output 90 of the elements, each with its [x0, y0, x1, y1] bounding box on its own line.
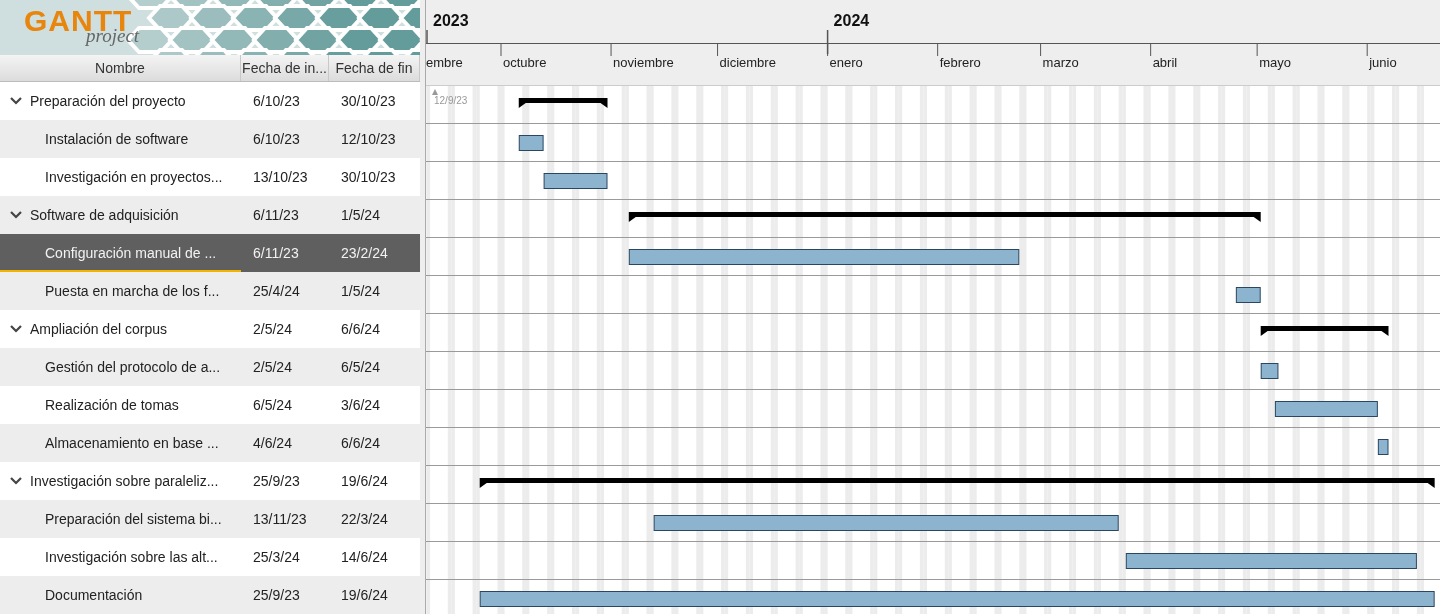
- end-date: 30/10/23: [341, 91, 396, 111]
- start-date: 25/9/23: [253, 471, 300, 491]
- month-label: febrero: [939, 55, 981, 70]
- task-bar[interactable]: [1274, 401, 1378, 417]
- end-date: 23/2/24: [341, 243, 388, 263]
- task-name: Instalación de software: [45, 129, 189, 149]
- task-row[interactable]: Investigación en proyectos... 13/10/23 30/10/23: [0, 158, 420, 196]
- task-name: Gestión del protocolo de a...: [45, 357, 221, 377]
- task-row[interactable]: Configuración manual de ... 6/11/23 23/2/24: [0, 234, 420, 272]
- task-row[interactable]: Almacenamiento en base ... 4/6/24 6/6/24: [0, 424, 420, 462]
- task-row[interactable]: Gestión del protocolo de a... 2/5/24 6/5/24: [0, 348, 420, 386]
- summary-bar[interactable]: [518, 98, 608, 108]
- summary-bar[interactable]: [479, 478, 1435, 488]
- task-name: Investigación sobre las alt...: [45, 547, 218, 567]
- task-row[interactable]: Realización de tomas 6/5/24 3/6/24: [0, 386, 420, 424]
- marker-icon: [432, 89, 438, 95]
- month-label: diciembre: [719, 55, 776, 70]
- start-date: 6/10/23: [253, 129, 300, 149]
- task-name: Investigación en proyectos...: [45, 167, 223, 187]
- month-label: junio: [1369, 55, 1397, 70]
- month-label: embre: [426, 55, 463, 70]
- start-date: 13/11/23: [253, 509, 307, 529]
- end-date: 22/3/24: [341, 509, 388, 529]
- task-bar[interactable]: [1235, 287, 1261, 303]
- task-name: Puesta en marcha de los f...: [45, 281, 220, 301]
- task-row[interactable]: Documentación 25/9/23 19/6/24: [0, 576, 420, 614]
- task-name: Investigación sobre paraleliz...: [30, 471, 219, 491]
- month-label: marzo: [1042, 55, 1079, 70]
- task-bar[interactable]: [1377, 439, 1389, 455]
- month-label: noviembre: [613, 55, 674, 70]
- start-date: 2/5/24: [253, 357, 292, 377]
- start-date: 25/4/24: [253, 281, 300, 301]
- task-bar[interactable]: [628, 249, 1020, 265]
- task-name: Preparación del sistema bi...: [45, 509, 222, 529]
- start-date: 6/11/23: [253, 205, 299, 225]
- task-name: Preparación del proyecto: [30, 91, 186, 111]
- task-name: Software de adquisición: [30, 205, 179, 225]
- start-date: 4/6/24: [253, 433, 292, 453]
- task-bar[interactable]: [1260, 363, 1279, 379]
- start-date: 6/10/23: [253, 91, 300, 111]
- end-date: 3/6/24: [341, 395, 380, 415]
- month-label: octubre: [503, 55, 547, 70]
- month-label: abril: [1152, 55, 1178, 70]
- end-date: 19/6/24: [341, 471, 388, 491]
- start-date: 13/10/23: [253, 167, 308, 187]
- task-row[interactable]: Investigación sobre paraleliz... 25/9/23 19/6/24: [0, 462, 420, 500]
- summary-bar[interactable]: [1260, 326, 1389, 336]
- end-date: 6/6/24: [341, 433, 380, 453]
- task-bar[interactable]: [1125, 553, 1417, 569]
- end-date: 1/5/24: [341, 281, 380, 301]
- chevron-down-icon[interactable]: [10, 211, 22, 219]
- task-row[interactable]: Ampliación del corpus 2/5/24 6/6/24: [0, 310, 420, 348]
- task-row[interactable]: Instalación de software 6/10/23 12/10/23: [0, 120, 420, 158]
- task-bar[interactable]: [479, 591, 1435, 607]
- summary-bar[interactable]: [628, 212, 1261, 222]
- year-label: 2024: [833, 12, 870, 29]
- month-label: mayo: [1259, 55, 1291, 70]
- task-bar[interactable]: [543, 173, 608, 189]
- chevron-down-icon[interactable]: [10, 325, 22, 333]
- column-header[interactable]: Nombre: [0, 55, 241, 81]
- task-row[interactable]: Investigación sobre las alt... 25/3/24 14/6/24: [0, 538, 420, 576]
- year-label: 2023: [433, 12, 469, 29]
- task-name: Realización de tomas: [45, 395, 179, 415]
- end-date: 6/5/24: [341, 357, 380, 377]
- end-date: 30/10/23: [341, 167, 396, 187]
- start-date-marker: 12/9/23: [434, 95, 468, 106]
- start-date: 25/3/24: [253, 547, 300, 567]
- end-date: 1/5/24: [341, 205, 380, 225]
- task-name: Configuración manual de ...: [45, 243, 217, 263]
- end-date: 19/6/24: [341, 585, 388, 605]
- month-label: enero: [829, 55, 863, 70]
- task-name: Almacenamiento en base ...: [45, 433, 219, 453]
- chevron-down-icon[interactable]: [10, 97, 22, 105]
- start-date: 6/11/23: [253, 243, 299, 263]
- task-row[interactable]: Preparación del sistema bi... 13/11/23 22/3/24: [0, 500, 420, 538]
- task-name: Ampliación del corpus: [30, 319, 167, 339]
- task-row[interactable]: Software de adquisición 6/11/23 1/5/24: [0, 196, 420, 234]
- start-date: 2/5/24: [253, 319, 292, 339]
- chevron-down-icon[interactable]: [10, 477, 22, 485]
- start-date: 6/5/24: [253, 395, 292, 415]
- task-bar[interactable]: [653, 515, 1119, 531]
- start-date: 25/9/23: [253, 585, 300, 605]
- column-header[interactable]: Fecha de in...: [241, 55, 329, 81]
- task-row[interactable]: Puesta en marcha de los f... 25/4/24 1/5/24: [0, 272, 420, 310]
- end-date: 12/10/23: [341, 129, 396, 149]
- task-bar[interactable]: [518, 135, 544, 151]
- task-row[interactable]: Preparación del proyecto 6/10/23 30/10/23: [0, 82, 420, 120]
- end-date: 14/6/24: [341, 547, 388, 567]
- end-date: 6/6/24: [341, 319, 380, 339]
- task-name: Documentación: [45, 585, 143, 605]
